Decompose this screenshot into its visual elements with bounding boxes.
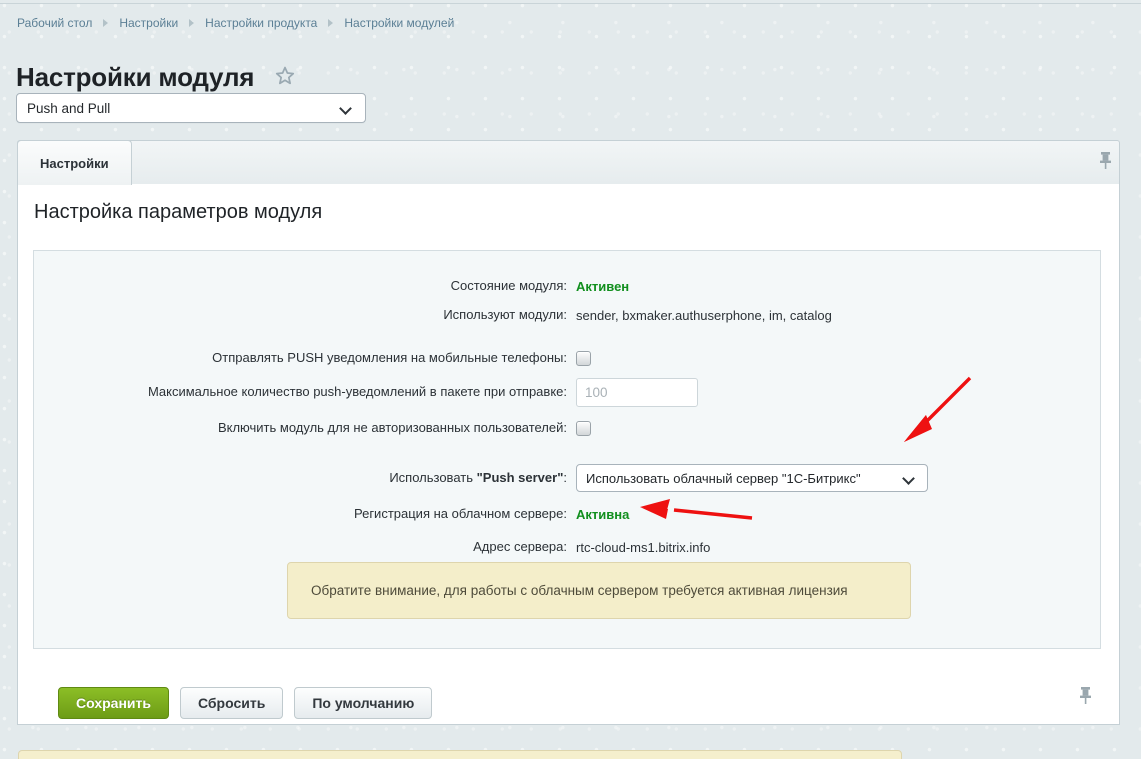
settings-panel: Настройка параметров модуля Состояние мо…	[17, 184, 1120, 725]
chevron-down-icon	[904, 473, 915, 484]
reset-button[interactable]: Сбросить	[179, 687, 284, 719]
table-row: Использовать "Push server": Использовать…	[34, 464, 1100, 492]
row-label-push-server-suffix: :	[563, 469, 567, 485]
table-row: Состояние модуля: Активен	[34, 275, 1100, 297]
chevron-down-icon	[341, 103, 352, 114]
license-notice: Обратите внимание, для работы с облачным…	[287, 562, 911, 619]
table-row: Регистрация на облачном сервере: Активна	[34, 503, 1100, 525]
tab-settings-label: Настройки	[40, 155, 109, 171]
breadcrumb-separator-icon	[328, 19, 334, 27]
row-value-used-by-modules: sender, bxmaker.authuserphone, im, catal…	[576, 307, 832, 323]
bottom-notice-strip	[18, 750, 902, 759]
row-label-enable-unauthorized: Включить модуль для не авторизованных по…	[217, 419, 567, 435]
max-push-batch-input[interactable]	[576, 378, 698, 407]
row-label-module-state: Состояние модуля:	[450, 277, 567, 293]
tab-settings[interactable]: Настройки	[17, 140, 132, 185]
breadcrumb-item-desktop[interactable]: Рабочий стол	[17, 16, 92, 30]
table-row: Максимальное количество push-уведомлений…	[34, 378, 1100, 407]
table-row: Адрес сервера: rtc-cloud-ms1.bitrix.info	[34, 536, 1100, 558]
top-divider	[0, 3, 1141, 4]
checkbox-send-push-mobile[interactable]	[576, 350, 591, 366]
pin-icon-top[interactable]	[1098, 151, 1113, 173]
settings-form-box: Состояние модуля: Активен Используют мод…	[33, 250, 1101, 649]
row-label-server-address: Адрес сервера:	[473, 538, 567, 554]
form-button-bar: Сохранить Сбросить По умолчанию	[58, 687, 433, 719]
breadcrumb-separator-icon	[189, 19, 195, 27]
row-label-cloud-registration: Регистрация на облачном сервере:	[353, 505, 567, 521]
row-label-push-server-bold: "Push server"	[476, 469, 564, 485]
status-badge-cloud-registration: Активна	[576, 506, 630, 522]
row-label-send-push-mobile: Отправлять PUSH уведомления на мобильные…	[212, 349, 567, 365]
status-badge-module-state: Активен	[576, 278, 630, 294]
row-label-push-server: Использовать "Push server":	[34, 470, 576, 486]
push-server-select-value: Использовать облачный сервер "1С-Битрикс…	[586, 470, 861, 486]
module-select[interactable]: Push and Pull	[16, 93, 366, 123]
row-label-push-server-prefix: Использовать	[389, 469, 477, 485]
checkbox-enable-unauthorized[interactable]	[576, 420, 591, 436]
tab-strip	[17, 140, 1120, 185]
breadcrumb: Рабочий стол Настройки Настройки продукт…	[17, 16, 454, 30]
breadcrumb-item-product-settings[interactable]: Настройки продукта	[205, 16, 317, 30]
row-value-server-address: rtc-cloud-ms1.bitrix.info	[576, 539, 711, 555]
push-server-select[interactable]: Использовать облачный сервер "1С-Битрикс…	[576, 464, 928, 492]
row-label-max-push-batch: Максимальное количество push-уведомлений…	[147, 384, 567, 400]
breadcrumb-item-module-settings[interactable]: Настройки модулей	[344, 16, 454, 30]
table-row: Используют модули: sender, bxmaker.authu…	[34, 304, 1100, 326]
breadcrumb-item-settings[interactable]: Настройки	[119, 16, 178, 30]
table-row: Включить модуль для не авторизованных по…	[34, 417, 1100, 439]
table-row: Отправлять PUSH уведомления на мобильные…	[34, 347, 1100, 369]
page-title: Настройки модуля	[16, 62, 255, 93]
panel-heading: Настройка параметров модуля	[34, 201, 323, 223]
default-button[interactable]: По умолчанию	[294, 687, 433, 719]
license-notice-text: Обратите внимание, для работы с облачным…	[311, 583, 848, 598]
save-button[interactable]: Сохранить	[58, 687, 169, 719]
module-select-value: Push and Pull	[27, 100, 111, 116]
row-label-used-by-modules: Используют модули:	[443, 306, 567, 322]
breadcrumb-separator-icon	[103, 19, 109, 27]
pin-icon-bottom[interactable]	[1078, 686, 1093, 708]
star-icon[interactable]	[274, 65, 296, 90]
